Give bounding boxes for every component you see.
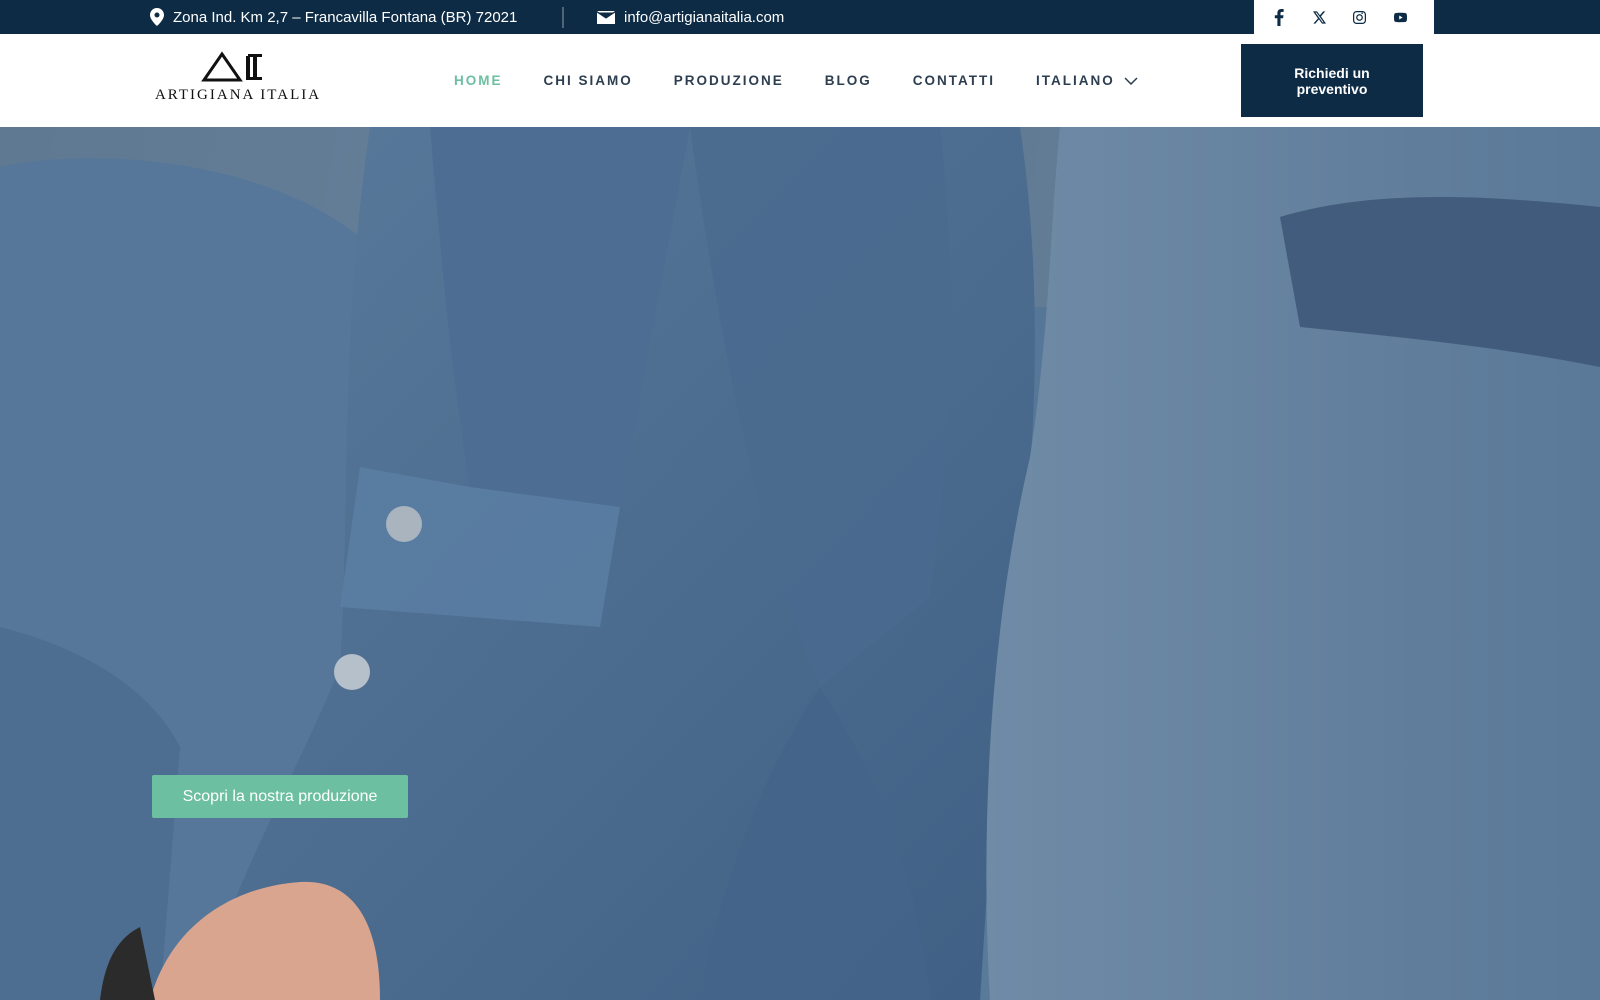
discover-production-button[interactable]: Scopri la nostra produzione — [152, 775, 408, 818]
main-nav: HOME CHI SIAMO PRODUZIONE BLOG CONTATTI … — [454, 34, 1179, 127]
hero-section: Scopri la nostra produzione — [0, 127, 1600, 1000]
social-links — [1254, 0, 1434, 34]
email-link[interactable]: info@artigianaitalia.com — [624, 9, 784, 26]
map-pin-icon — [150, 8, 164, 26]
quote-request-button[interactable]: Richiedi un preventivo — [1241, 44, 1423, 117]
youtube-icon[interactable] — [1393, 6, 1416, 28]
language-selector[interactable]: ITALIANO — [1036, 73, 1138, 88]
main-header: ARTIGIANA ITALIA HOME CHI SIAMO PRODUZIO… — [0, 34, 1600, 128]
nav-item-produzione[interactable]: PRODUZIONE — [674, 73, 784, 88]
logo-text: ARTIGIANA ITALIA — [154, 87, 322, 103]
hero-background-image — [0, 127, 1600, 1000]
nav-item-home[interactable]: HOME — [454, 73, 503, 88]
address-info: Zona Ind. Km 2,7 – Francavilla Fontana (… — [150, 0, 517, 34]
nav-item-chi-siamo[interactable]: CHI SIAMO — [544, 73, 633, 88]
chevron-down-icon — [1124, 76, 1138, 85]
discover-production-label: Scopri la nostra produzione — [182, 787, 378, 805]
instagram-icon[interactable] — [1353, 6, 1375, 28]
facebook-icon[interactable] — [1272, 6, 1294, 28]
top-bar: Zona Ind. Km 2,7 – Francavilla Fontana (… — [0, 0, 1600, 34]
topbar-divider — [562, 7, 564, 28]
site-logo[interactable]: ARTIGIANA ITALIA — [154, 50, 322, 110]
x-icon[interactable] — [1312, 6, 1335, 28]
logo-mark — [201, 51, 262, 82]
nav-item-blog[interactable]: BLOG — [825, 73, 872, 88]
nav-item-contatti[interactable]: CONTATTI — [913, 73, 995, 88]
email-info[interactable]: info@artigianaitalia.com — [597, 0, 784, 34]
quote-request-label: Richiedi un preventivo — [1294, 64, 1370, 97]
envelope-icon — [597, 10, 615, 24]
address-text: Zona Ind. Km 2,7 – Francavilla Fontana (… — [173, 8, 518, 26]
